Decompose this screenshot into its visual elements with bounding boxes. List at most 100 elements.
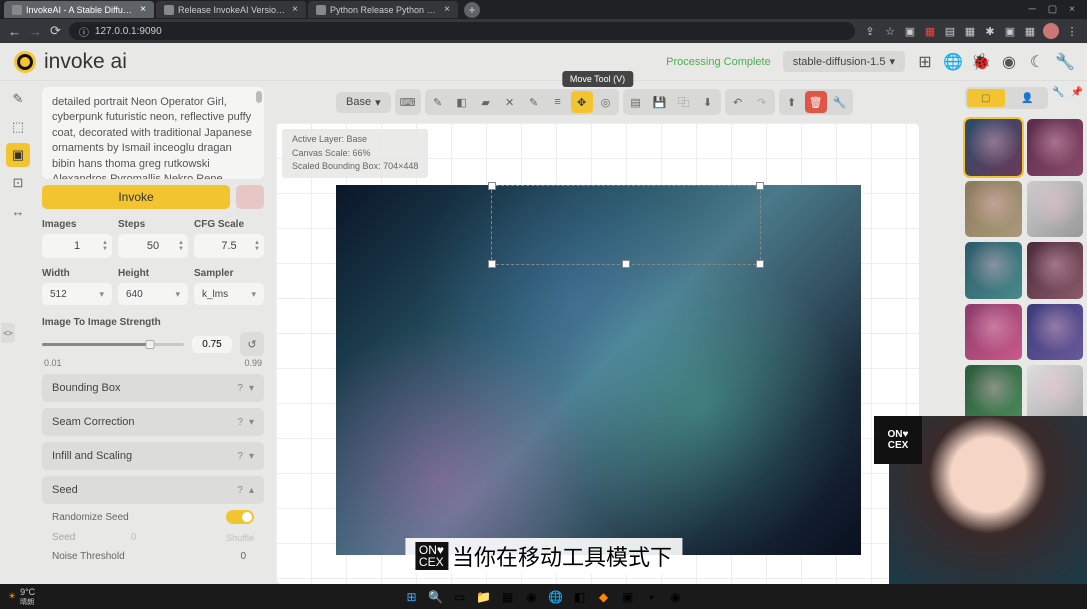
ext-icon[interactable]: ▦ bbox=[1023, 24, 1037, 38]
search-icon[interactable]: 🔍 bbox=[427, 588, 445, 606]
ext-icon[interactable]: ▣ bbox=[1003, 24, 1017, 38]
terminal-icon[interactable]: ▪ bbox=[643, 588, 661, 606]
app-icon[interactable]: ◆ bbox=[595, 588, 613, 606]
seed-accordion[interactable]: Seed?▴ bbox=[42, 476, 264, 504]
shield-icon[interactable]: ▣ bbox=[903, 24, 917, 38]
gallery-thumb[interactable] bbox=[1027, 181, 1084, 238]
move-tool-icon[interactable]: ✥ bbox=[571, 91, 593, 113]
redo-icon[interactable]: ↷ bbox=[751, 91, 773, 113]
lines-icon[interactable]: ≡ bbox=[547, 91, 569, 113]
cancel-button[interactable] bbox=[236, 185, 264, 209]
link-icon[interactable]: ⌨ bbox=[397, 91, 419, 113]
gallery-images-tab-icon[interactable]: ▢ bbox=[967, 89, 1005, 107]
task-view-icon[interactable]: ▭ bbox=[451, 588, 469, 606]
width-select[interactable]: 512 bbox=[42, 283, 112, 305]
img2img-tab-icon[interactable]: ⬚ bbox=[6, 115, 30, 139]
gallery-thumb[interactable] bbox=[965, 181, 1022, 238]
app-icon[interactable]: ▣ bbox=[619, 588, 637, 606]
gallery-thumb[interactable] bbox=[965, 119, 1022, 176]
height-select[interactable]: 640 bbox=[118, 283, 188, 305]
shuffle-button[interactable]: Shuffle bbox=[226, 533, 254, 543]
explorer-icon[interactable]: 📁 bbox=[475, 588, 493, 606]
github-icon[interactable]: ◉ bbox=[1001, 54, 1017, 70]
txt2img-tab-icon[interactable]: ✎ bbox=[6, 87, 30, 111]
gallery-user-tab-icon[interactable]: 👤 bbox=[1009, 89, 1047, 107]
brush-tool-icon[interactable]: ✎ bbox=[427, 91, 449, 113]
noise-threshold-value[interactable]: 0 bbox=[240, 551, 246, 562]
ext-icon[interactable]: ▤ bbox=[943, 24, 957, 38]
globe-icon[interactable]: 🌐 bbox=[945, 54, 961, 70]
strength-value-input[interactable]: 0.75 bbox=[192, 336, 232, 353]
upload-icon[interactable]: ⬆ bbox=[781, 91, 803, 113]
delete-icon[interactable]: 🗑 bbox=[805, 91, 827, 113]
colorpicker-tool-icon[interactable]: ✎ bbox=[523, 91, 545, 113]
code-tab-icon[interactable]: <> bbox=[1, 323, 15, 343]
browser-tab[interactable]: Release InvokeAI Version 2.1.3 · A Stab.… bbox=[156, 1, 306, 18]
download-icon[interactable]: ⬇ bbox=[697, 91, 719, 113]
target-icon[interactable]: ◎ bbox=[595, 91, 617, 113]
menu-icon[interactable]: ⋮ bbox=[1065, 24, 1079, 38]
nodes-tab-icon[interactable]: ⊡ bbox=[6, 171, 30, 195]
help-icon[interactable]: ? bbox=[237, 383, 243, 394]
gallery-thumb[interactable] bbox=[1027, 242, 1084, 299]
app-icon[interactable]: ◉ bbox=[523, 588, 541, 606]
share-icon[interactable]: ⇪ bbox=[863, 24, 877, 38]
close-window-icon[interactable]: × bbox=[1069, 4, 1075, 15]
settings-icon[interactable]: 🔧 bbox=[1057, 54, 1073, 70]
url-input[interactable]: ⓘ127.0.0.1:9090 bbox=[69, 22, 855, 40]
strength-slider[interactable] bbox=[42, 343, 184, 346]
close-icon[interactable]: × bbox=[140, 4, 146, 15]
undo-icon[interactable]: ↶ bbox=[727, 91, 749, 113]
randomize-seed-toggle[interactable] bbox=[226, 510, 254, 524]
theme-icon[interactable]: ☾ bbox=[1029, 54, 1045, 70]
gallery-thumb[interactable] bbox=[1027, 365, 1084, 422]
new-tab-button[interactable]: + bbox=[464, 2, 480, 18]
browser-tab[interactable]: InvokeAI - A Stable Diffusion Toolkit× bbox=[4, 1, 154, 18]
wrench-icon[interactable]: 🔧 bbox=[829, 91, 851, 113]
reload-icon[interactable]: ⟳ bbox=[50, 23, 61, 39]
invoke-button[interactable]: Invoke bbox=[42, 185, 230, 209]
minimize-icon[interactable]: ─ bbox=[1029, 4, 1036, 15]
help-icon[interactable]: ? bbox=[237, 485, 243, 496]
weather-widget[interactable]: ☀9°C晴朗 bbox=[8, 587, 35, 607]
grid-icon[interactable]: ⊞ bbox=[917, 54, 933, 70]
gallery-pin-icon[interactable]: 📌 bbox=[1071, 87, 1083, 115]
app-icon[interactable]: ◉ bbox=[667, 588, 685, 606]
seed-input[interactable] bbox=[131, 532, 171, 543]
maximize-icon[interactable]: ▢ bbox=[1048, 4, 1057, 15]
layers-icon[interactable]: ▤ bbox=[625, 91, 647, 113]
edge-icon[interactable]: 🌐 bbox=[547, 588, 565, 606]
avatar-icon[interactable] bbox=[1043, 23, 1059, 39]
cfg-input[interactable]: 7.5▲▼ bbox=[194, 234, 264, 258]
fill-tool-icon[interactable]: ▰ bbox=[475, 91, 497, 113]
prompt-input[interactable]: detailed portrait Neon Operator Girl, cy… bbox=[42, 87, 264, 179]
app-icon[interactable]: ◧ bbox=[571, 588, 589, 606]
steps-input[interactable]: 50▲▼ bbox=[118, 234, 188, 258]
infill-scaling-accordion[interactable]: Infill and Scaling?▾ bbox=[42, 442, 264, 470]
bounding-box[interactable] bbox=[491, 185, 761, 265]
canvas-area[interactable]: Active Layer: Base Canvas Scale: 66% Sca… bbox=[276, 123, 919, 584]
app-icon[interactable]: ▦ bbox=[499, 588, 517, 606]
gallery-thumb[interactable] bbox=[1027, 304, 1084, 361]
gallery-thumb[interactable] bbox=[965, 242, 1022, 299]
close-icon[interactable]: × bbox=[292, 4, 298, 15]
back-icon[interactable]: ← bbox=[8, 24, 21, 39]
browser-tab[interactable]: Python Release Python 3.10.6 | Python...… bbox=[308, 1, 458, 18]
layer-select[interactable]: Base▾ bbox=[336, 92, 391, 113]
images-input[interactable]: 1▲▼ bbox=[42, 234, 112, 258]
bounding-box-accordion[interactable]: Bounding Box?▾ bbox=[42, 374, 264, 402]
bug-icon[interactable]: 🐞 bbox=[973, 54, 989, 70]
seam-correction-accordion[interactable]: Seam Correction?▾ bbox=[42, 408, 264, 436]
gallery-thumb[interactable] bbox=[965, 304, 1022, 361]
sampler-select[interactable]: k_lms bbox=[194, 283, 264, 305]
postprocess-tab-icon[interactable]: ↔ bbox=[6, 199, 30, 223]
gallery-settings-icon[interactable]: 🔧 bbox=[1052, 87, 1064, 115]
gallery-thumb[interactable] bbox=[1027, 119, 1084, 176]
copy-icon[interactable]: ⿻ bbox=[673, 91, 695, 113]
ext-icon[interactable]: ✱ bbox=[983, 24, 997, 38]
help-icon[interactable]: ? bbox=[237, 417, 243, 428]
ext-icon[interactable]: ▦ bbox=[923, 24, 937, 38]
star-icon[interactable]: ☆ bbox=[883, 24, 897, 38]
forward-icon[interactable]: → bbox=[29, 24, 42, 39]
help-icon[interactable]: ? bbox=[237, 451, 243, 462]
